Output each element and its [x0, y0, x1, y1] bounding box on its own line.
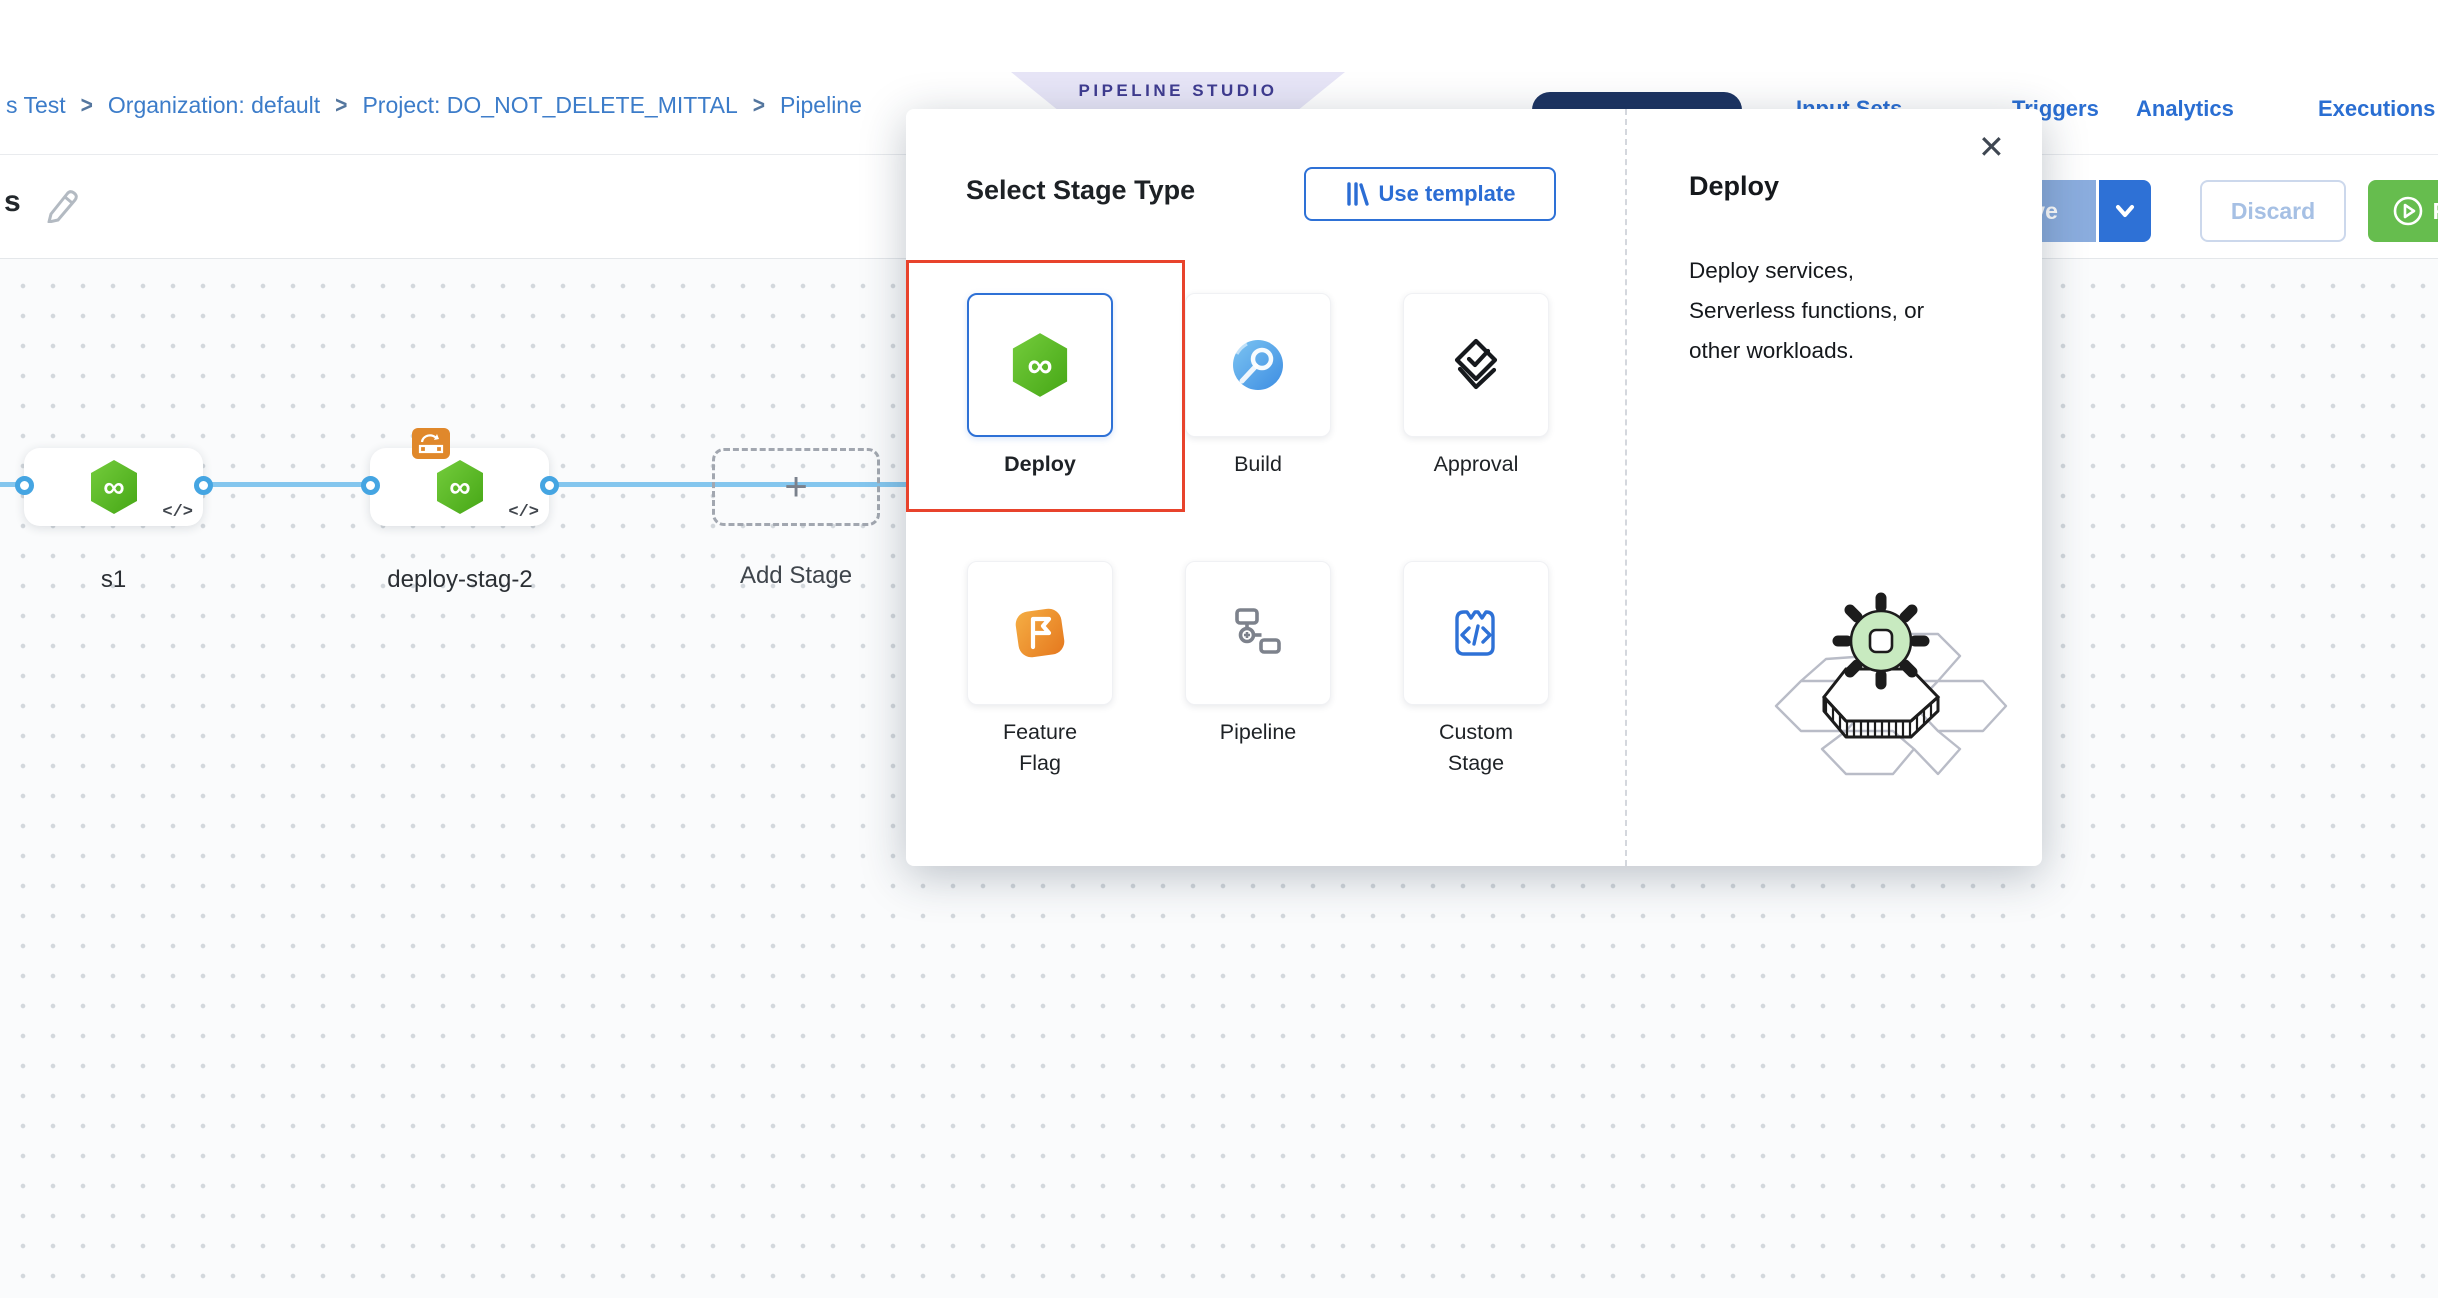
breadcrumb-link[interactable]: Project: DO_NOT_DELETE_MITTAL [362, 92, 737, 119]
edit-pencil-icon[interactable] [42, 183, 82, 223]
use-template-button[interactable]: Use template [1304, 167, 1556, 221]
build-stage-icon [1227, 334, 1289, 396]
breadcrumb-separator: > [335, 92, 347, 120]
run-button-label: Run [2433, 198, 2438, 225]
approval-stage-icon [1443, 332, 1509, 398]
stage-label: s1 [24, 566, 203, 594]
close-icon[interactable]: ✕ [1978, 131, 2005, 163]
stage-port[interactable] [194, 476, 213, 495]
add-stage-button[interactable]: + [712, 448, 880, 526]
chevron-down-icon [2112, 198, 2138, 224]
stage-detail-title: Deploy [1689, 171, 1779, 202]
cd-stage-icon: ∞ [88, 459, 140, 515]
breadcrumb-link[interactable]: s Test [6, 92, 66, 119]
save-options-chevron-button[interactable] [2099, 180, 2151, 242]
pipeline-studio-screen: ∞ </> ∞ </> + s1 deploy-stag-2 Add Stage… [0, 0, 2438, 1298]
modal-title: Select Stage Type [966, 175, 1195, 206]
pipeline-studio-badge: PIPELINE STUDIO [1011, 72, 1345, 110]
discard-button[interactable]: Discard [2200, 180, 2346, 242]
run-button[interactable]: Run [2368, 180, 2438, 242]
selected-stage-highlight [906, 260, 1185, 512]
breadcrumb-link[interactable]: Pipeline [780, 92, 862, 119]
template-library-icon [1345, 181, 1369, 207]
cd-stage-icon: ∞ [434, 459, 486, 515]
breadcrumb-separator: > [753, 92, 765, 120]
plus-icon: + [784, 465, 807, 510]
breadcrumb-link[interactable]: Organization: default [108, 92, 320, 119]
svg-text:∞: ∞ [103, 471, 124, 504]
stage-type-card-feature-flag[interactable] [967, 561, 1113, 705]
feature-flag-stage-icon [1009, 602, 1071, 664]
pipeline-stage-icon [1227, 602, 1289, 664]
rolling-deployment-icon [412, 428, 450, 459]
stage-type-label: Build [1165, 449, 1351, 480]
stage-type-label: Approval [1383, 449, 1569, 480]
stage-label: deploy-stag-2 [340, 566, 580, 594]
stage-type-label: Custom Stage [1421, 717, 1531, 779]
stage-node-deploy-stag-2[interactable]: ∞ </> [370, 448, 549, 526]
stage-type-card-build[interactable] [1185, 293, 1331, 437]
code-view-icon[interactable]: </> [162, 503, 193, 522]
breadcrumb: s Test > Organization: default > Project… [6, 92, 862, 119]
tab-analytics[interactable]: Analytics [2136, 96, 2234, 122]
svg-text:∞: ∞ [449, 471, 470, 504]
add-stage-label: Add Stage [712, 562, 880, 590]
run-play-icon [2391, 194, 2425, 228]
custom-stage-icon [1445, 602, 1507, 664]
stage-port[interactable] [540, 476, 559, 495]
stage-port[interactable] [15, 476, 34, 495]
use-template-label: Use template [1379, 181, 1516, 207]
stage-type-card-approval[interactable] [1403, 293, 1549, 437]
modal-divider [1625, 109, 1627, 866]
breadcrumb-separator: > [81, 92, 93, 120]
stage-port[interactable] [361, 476, 380, 495]
stage-type-label: Feature Flag [985, 717, 1095, 779]
code-view-icon[interactable]: </> [508, 503, 539, 522]
deploy-illustration [1746, 589, 2036, 799]
stage-type-card-pipeline[interactable] [1185, 561, 1331, 705]
stage-detail-description: Deploy services, Serverless functions, o… [1689, 251, 1961, 371]
tab-executions[interactable]: Executions [2318, 96, 2435, 122]
pipeline-title: s [4, 185, 21, 219]
stage-node-s1[interactable]: ∞ </> [24, 448, 203, 526]
stage-type-label: Pipeline [1165, 717, 1351, 748]
stage-type-card-custom[interactable] [1403, 561, 1549, 705]
